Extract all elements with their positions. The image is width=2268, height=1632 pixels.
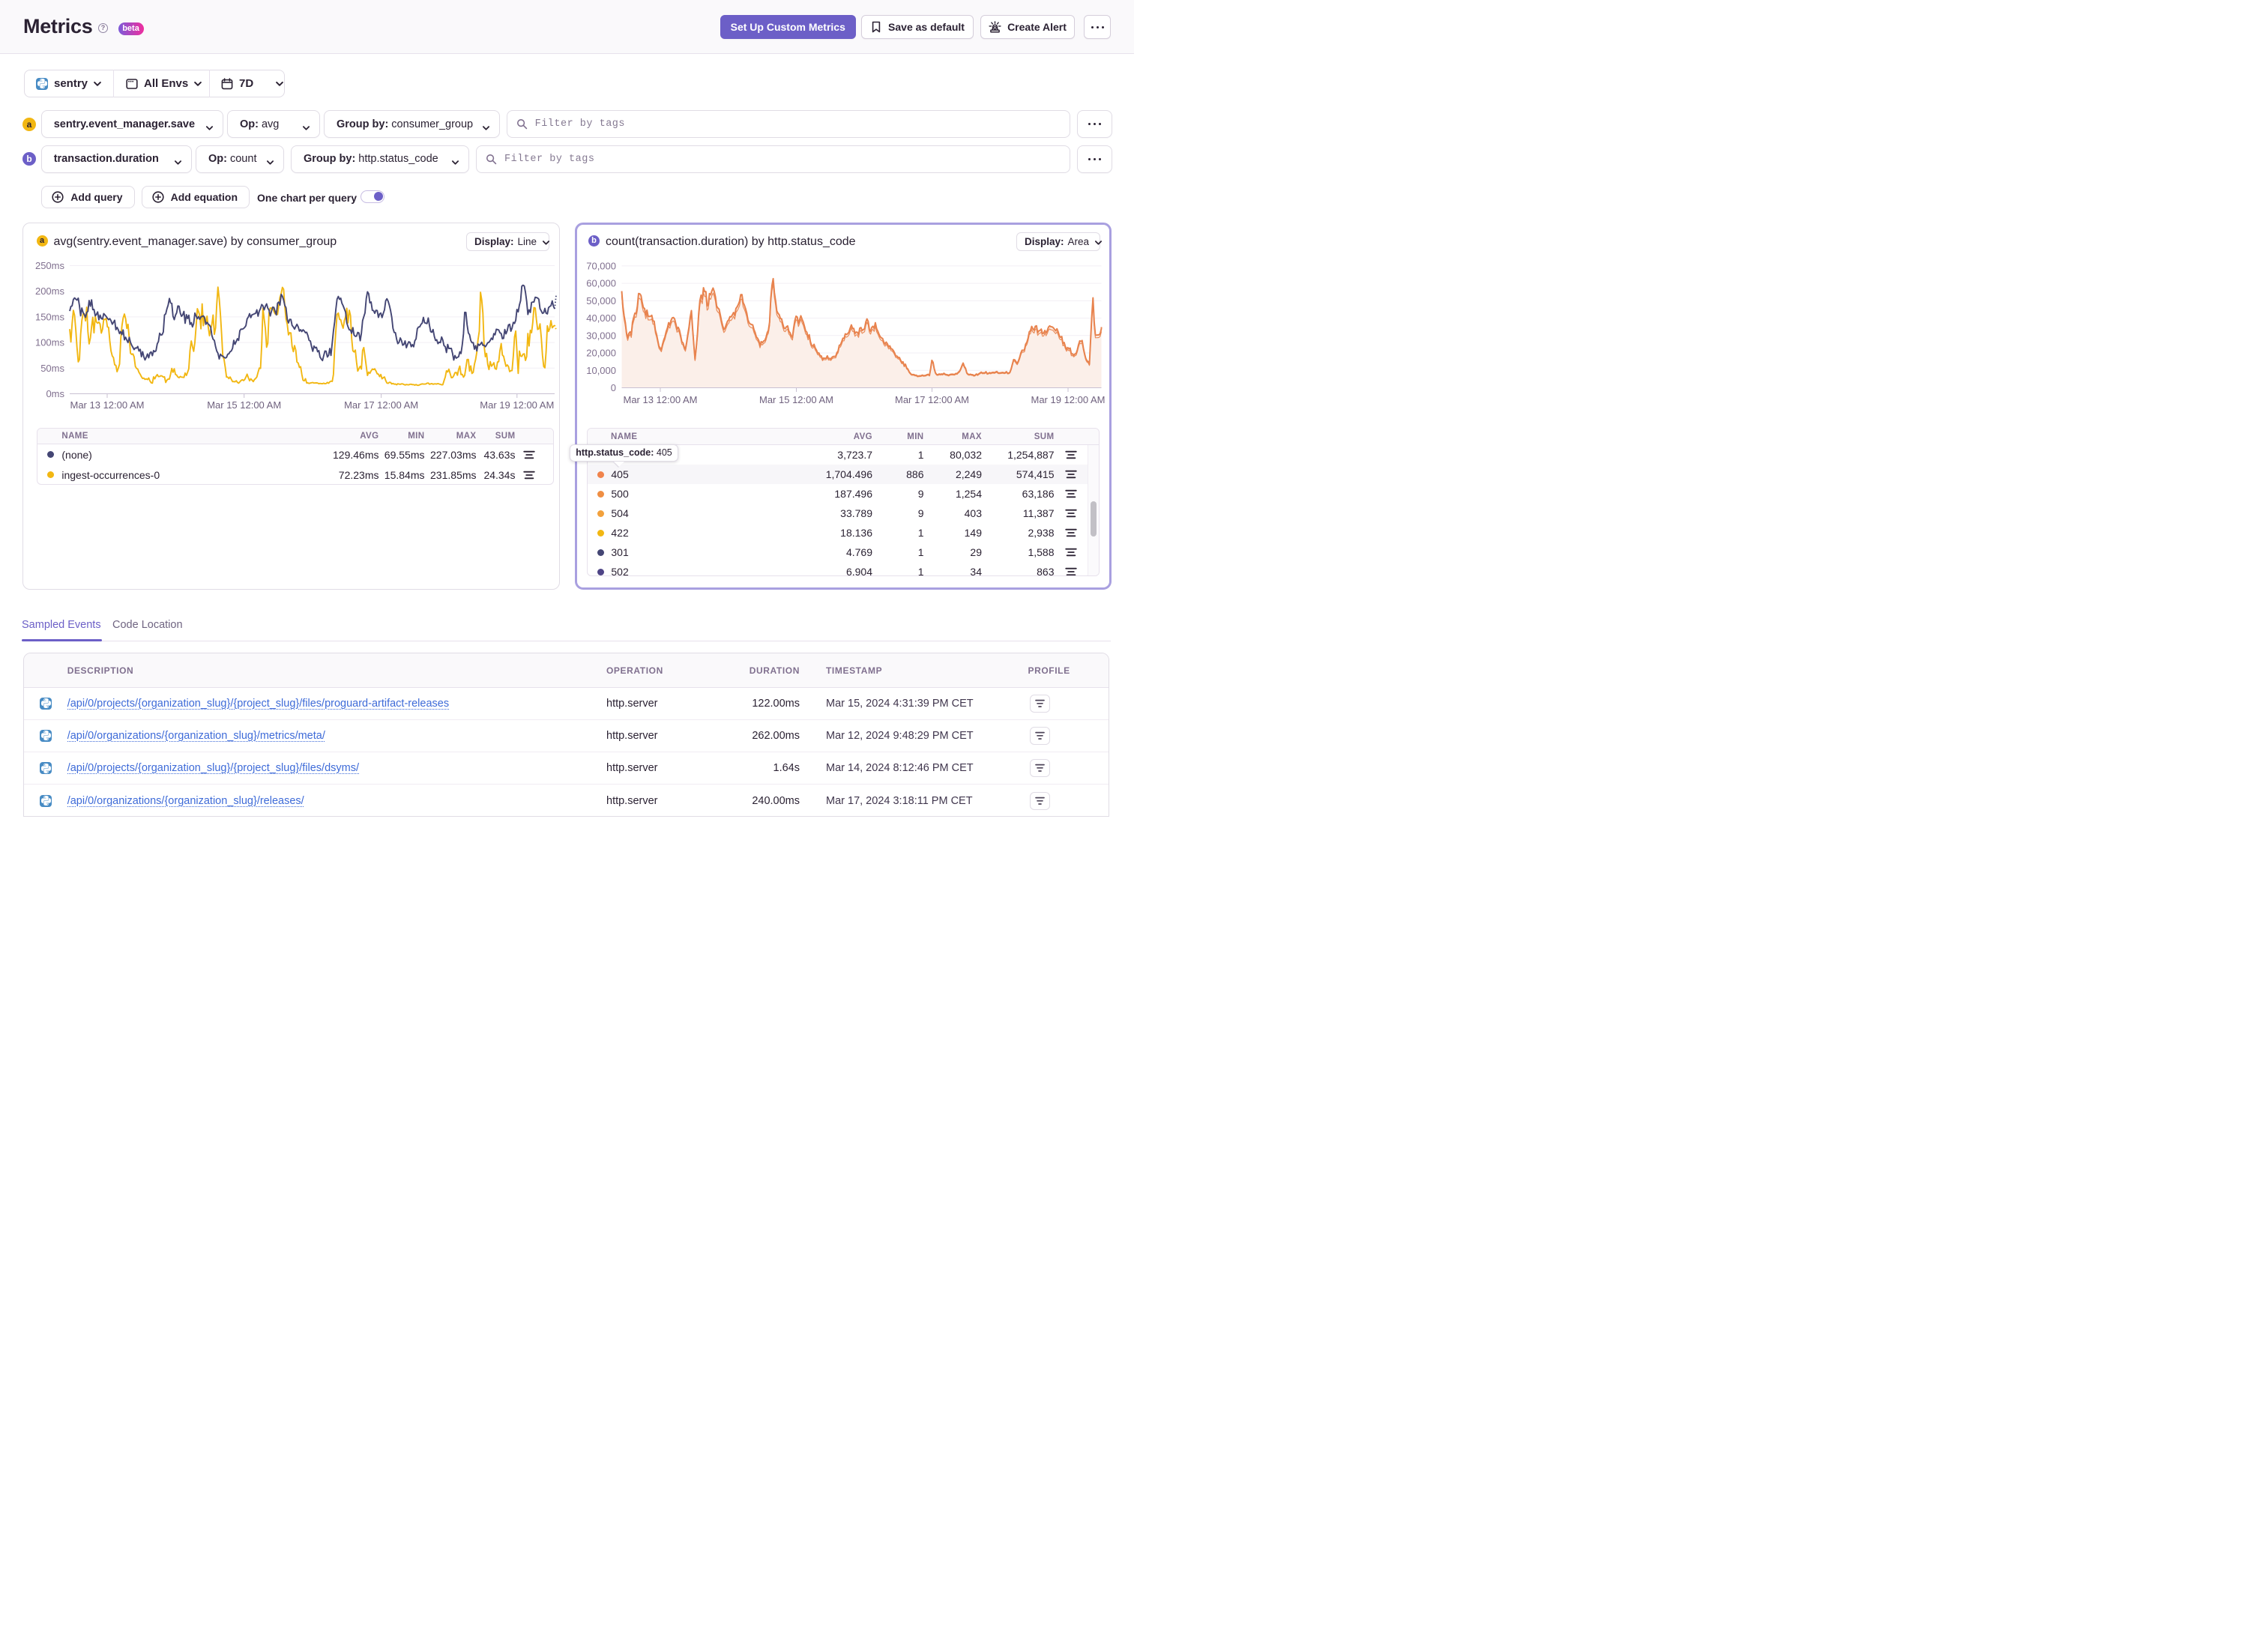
svg-text:20,000: 20,000 (586, 347, 616, 358)
svg-text:0: 0 (610, 382, 615, 393)
svg-text:Mar 17 12:00 AM: Mar 17 12:00 AM (895, 394, 969, 405)
svg-text:Mar 15 12:00 AM: Mar 15 12:00 AM (759, 394, 833, 405)
svg-text:50,000: 50,000 (586, 294, 616, 306)
svg-text:Mar 19 12:00 AM: Mar 19 12:00 AM (480, 399, 554, 411)
svg-text:0ms: 0ms (46, 388, 64, 399)
svg-text:200ms: 200ms (35, 285, 65, 297)
svg-text:100ms: 100ms (35, 336, 65, 348)
svg-text:30,000: 30,000 (586, 330, 616, 341)
svg-text:Mar 13 12:00 AM: Mar 13 12:00 AM (70, 399, 145, 411)
svg-text:150ms: 150ms (35, 311, 65, 322)
svg-text:60,000: 60,000 (586, 277, 616, 288)
svg-text:250ms: 250ms (35, 260, 65, 271)
svg-text:Mar 19 12:00 AM: Mar 19 12:00 AM (1031, 394, 1105, 405)
svg-text:70,000: 70,000 (586, 260, 616, 271)
svg-text:10,000: 10,000 (586, 364, 616, 375)
svg-text:50ms: 50ms (40, 362, 64, 373)
svg-text:Mar 13 12:00 AM: Mar 13 12:00 AM (623, 394, 697, 405)
svg-text:Mar 15 12:00 AM: Mar 15 12:00 AM (207, 399, 281, 411)
svg-text:40,000: 40,000 (586, 312, 616, 324)
svg-text:Mar 17 12:00 AM: Mar 17 12:00 AM (344, 399, 418, 411)
